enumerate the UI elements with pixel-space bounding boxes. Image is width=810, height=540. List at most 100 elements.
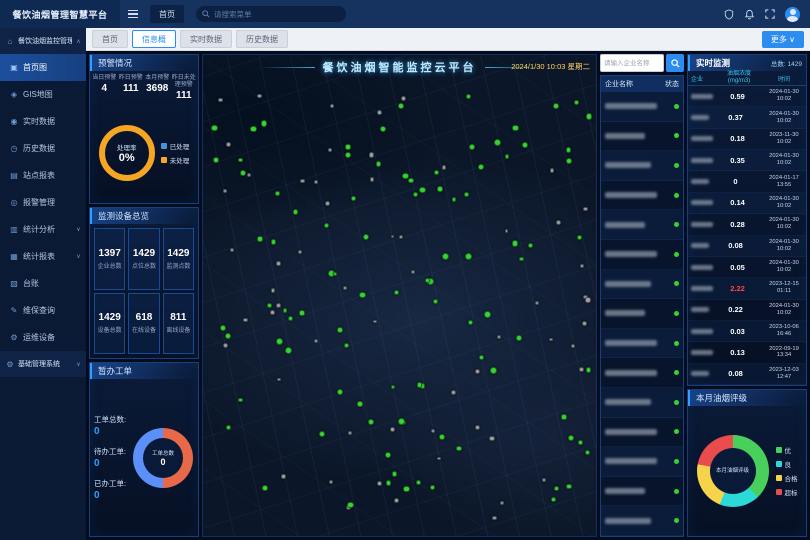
online-map-marker[interactable] bbox=[466, 94, 471, 99]
offline-map-marker[interactable] bbox=[442, 165, 447, 170]
online-map-marker[interactable] bbox=[586, 367, 592, 373]
sidebar-item[interactable]: ▥ 统计分析 ∨ bbox=[0, 216, 86, 243]
topbar-search-input[interactable] bbox=[214, 10, 340, 19]
offline-map-marker[interactable] bbox=[580, 264, 584, 268]
offline-map-marker[interactable] bbox=[550, 168, 555, 173]
enterprise-row[interactable] bbox=[601, 210, 683, 240]
online-map-marker[interactable] bbox=[416, 480, 421, 485]
online-map-marker[interactable] bbox=[494, 139, 501, 146]
offline-map-marker[interactable] bbox=[475, 425, 480, 430]
online-map-marker[interactable] bbox=[566, 147, 572, 153]
offline-map-marker[interactable] bbox=[497, 335, 502, 340]
offline-map-marker[interactable] bbox=[330, 104, 334, 108]
offline-map-marker[interactable] bbox=[535, 301, 539, 305]
online-map-marker[interactable] bbox=[468, 320, 473, 325]
online-map-marker[interactable] bbox=[464, 192, 469, 197]
realtime-row[interactable]: 0.37 2024-01-30 10:02 bbox=[688, 107, 806, 128]
online-map-marker[interactable] bbox=[433, 299, 438, 304]
online-map-marker[interactable] bbox=[240, 170, 246, 176]
online-map-marker[interactable] bbox=[577, 235, 582, 240]
online-map-marker[interactable] bbox=[344, 343, 349, 348]
sidebar-item[interactable]: ◷ 历史数据 bbox=[0, 135, 86, 162]
online-map-marker[interactable] bbox=[437, 186, 442, 191]
offline-map-marker[interactable] bbox=[243, 318, 247, 322]
enterprise-row[interactable] bbox=[601, 270, 683, 300]
offline-map-marker[interactable] bbox=[276, 303, 281, 308]
enterprise-row[interactable] bbox=[601, 151, 683, 181]
offline-map-marker[interactable] bbox=[542, 478, 546, 482]
offline-map-marker[interactable] bbox=[556, 220, 561, 225]
realtime-row[interactable]: 0.59 2024-01-30 10:02 bbox=[688, 86, 806, 107]
enterprise-row[interactable] bbox=[601, 477, 683, 507]
online-map-marker[interactable] bbox=[376, 161, 381, 166]
offline-map-marker[interactable] bbox=[377, 481, 382, 486]
offline-map-marker[interactable] bbox=[451, 390, 456, 395]
online-map-marker[interactable] bbox=[285, 347, 292, 354]
realtime-row[interactable]: 0.13 2022-09-19 13:34 bbox=[688, 342, 806, 363]
online-map-marker[interactable] bbox=[403, 486, 410, 493]
sidebar-item[interactable]: ▣ 首页图 bbox=[0, 54, 86, 81]
online-map-marker[interactable] bbox=[585, 450, 591, 456]
enterprise-row[interactable] bbox=[601, 299, 683, 329]
online-map-marker[interactable] bbox=[385, 452, 391, 458]
online-map-marker[interactable] bbox=[478, 164, 484, 170]
online-map-marker[interactable] bbox=[566, 484, 571, 489]
offline-map-marker[interactable] bbox=[431, 429, 435, 433]
online-map-marker[interactable] bbox=[419, 187, 426, 194]
online-map-marker[interactable] bbox=[345, 152, 351, 158]
online-map-marker[interactable] bbox=[402, 173, 408, 179]
online-map-marker[interactable] bbox=[386, 480, 391, 485]
offline-map-marker[interactable] bbox=[571, 344, 575, 348]
enterprise-row[interactable] bbox=[601, 358, 683, 388]
online-map-marker[interactable] bbox=[479, 355, 484, 360]
offline-map-marker[interactable] bbox=[325, 201, 330, 206]
online-map-marker[interactable] bbox=[213, 157, 219, 163]
offline-map-marker[interactable] bbox=[437, 457, 441, 461]
offline-map-marker[interactable] bbox=[329, 480, 333, 484]
offline-map-marker[interactable] bbox=[411, 270, 416, 275]
online-map-marker[interactable] bbox=[380, 126, 386, 132]
realtime-row[interactable]: 0.08 2024-01-30 10:02 bbox=[688, 236, 806, 257]
online-map-marker[interactable] bbox=[469, 144, 475, 150]
online-map-marker[interactable] bbox=[267, 303, 272, 308]
enterprise-row[interactable] bbox=[601, 418, 683, 448]
enterprise-row[interactable] bbox=[601, 122, 683, 152]
online-map-marker[interactable] bbox=[357, 401, 362, 406]
online-map-marker[interactable] bbox=[574, 100, 579, 105]
sidebar-section-basic-system[interactable]: ⚙ 基础管理系统 ∨ bbox=[0, 351, 86, 377]
offline-map-marker[interactable] bbox=[579, 367, 584, 372]
online-map-marker[interactable] bbox=[430, 485, 435, 490]
sidebar-section-monitoring-system[interactable]: ⌂ 餐饮油烟监控管理系统 ∧ bbox=[0, 28, 86, 54]
online-map-marker[interactable] bbox=[257, 236, 262, 241]
online-map-marker[interactable] bbox=[456, 446, 461, 451]
online-map-marker[interactable] bbox=[271, 239, 276, 244]
realtime-row[interactable]: 0.03 2023-10-06 16:46 bbox=[688, 321, 806, 342]
offline-map-marker[interactable] bbox=[270, 310, 275, 315]
online-map-marker[interactable] bbox=[578, 440, 583, 445]
offline-map-marker[interactable] bbox=[492, 516, 496, 520]
sidebar-item[interactable]: ▦ 统计报表 ∨ bbox=[0, 243, 86, 270]
online-map-marker[interactable] bbox=[363, 234, 369, 240]
online-map-marker[interactable] bbox=[522, 142, 528, 148]
offline-map-marker[interactable] bbox=[583, 207, 588, 212]
realtime-row[interactable]: 0.35 2024-01-30 10:02 bbox=[688, 150, 806, 171]
offline-map-marker[interactable] bbox=[223, 189, 227, 193]
online-map-marker[interactable] bbox=[484, 311, 491, 318]
sidebar-item[interactable]: ✎ 维保查询 bbox=[0, 297, 86, 324]
enterprise-row[interactable] bbox=[601, 181, 683, 211]
enterprise-row[interactable] bbox=[601, 388, 683, 418]
breadcrumb-tab-home[interactable]: 首页 bbox=[150, 5, 184, 23]
online-map-marker[interactable] bbox=[566, 158, 572, 164]
online-map-marker[interactable] bbox=[275, 191, 280, 196]
online-map-marker[interactable] bbox=[417, 382, 422, 387]
online-map-marker[interactable] bbox=[392, 471, 398, 477]
offline-map-marker[interactable] bbox=[300, 179, 304, 183]
online-map-marker[interactable] bbox=[283, 308, 288, 313]
online-map-marker[interactable] bbox=[442, 253, 449, 260]
online-map-marker[interactable] bbox=[391, 385, 396, 390]
tab[interactable]: 历史数据 bbox=[236, 30, 288, 48]
sidebar-item[interactable]: ◈ GIS地图 bbox=[0, 81, 86, 108]
offline-map-marker[interactable] bbox=[373, 320, 377, 324]
offline-map-marker[interactable] bbox=[343, 286, 347, 290]
online-map-marker[interactable] bbox=[586, 113, 593, 120]
